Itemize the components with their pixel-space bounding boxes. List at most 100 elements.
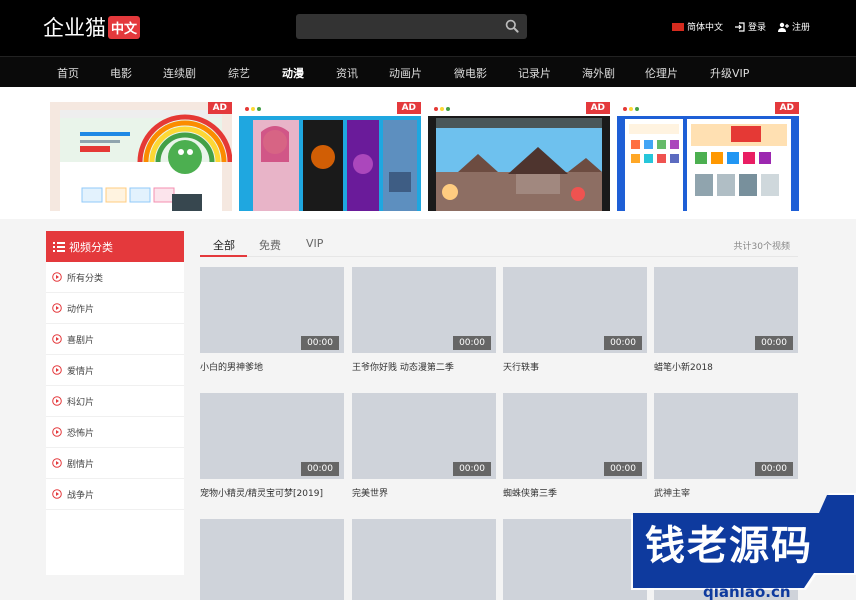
video-thumbnail[interactable]	[503, 519, 647, 600]
register-label: 注册	[791, 23, 810, 33]
play-circle-icon	[52, 272, 62, 282]
video-thumbnail[interactable]: 00:00	[654, 267, 798, 353]
nav-movie[interactable]: 电影	[110, 65, 132, 81]
register-link[interactable]: 注册	[777, 20, 810, 33]
search-input[interactable]	[296, 14, 496, 39]
sidebar-item-war[interactable]: 战争片	[46, 479, 184, 510]
video-thumbnail[interactable]: 00:00	[503, 393, 647, 479]
video-thumbnail[interactable]: 00:00	[352, 267, 496, 353]
ad-banner[interactable]: AD	[617, 102, 799, 211]
sidebar-item-action[interactable]: 动作片	[46, 293, 184, 324]
video-title[interactable]: 完美世界	[352, 486, 496, 499]
ad-banner[interactable]: AD	[239, 102, 421, 211]
site-logo[interactable]: 企业猫 中文	[43, 14, 141, 40]
tab-all[interactable]: 全部	[213, 237, 235, 253]
nav-cartoon[interactable]: 动画片	[389, 65, 422, 81]
sidebar-item-comedy[interactable]: 喜剧片	[46, 324, 184, 355]
login-link[interactable]: 登录	[734, 20, 766, 33]
nav-ethics[interactable]: 伦理片	[645, 65, 678, 81]
video-card[interactable]	[503, 519, 647, 600]
user-plus-icon	[777, 22, 789, 32]
sidebar-item-all[interactable]: 所有分类	[46, 262, 184, 293]
video-title[interactable]: 小白的男神爹地	[200, 360, 344, 373]
ad-image-game-town	[428, 102, 610, 211]
duration-badge: 00:00	[301, 336, 339, 350]
video-thumbnail[interactable]	[200, 519, 344, 600]
nav-micro-film[interactable]: 微电影	[454, 65, 487, 81]
nav-overseas[interactable]: 海外剧	[582, 65, 615, 81]
watermark-logo: 钱老源码 qianlao.cn	[631, 493, 856, 600]
ad-banner-row: AD AD AD AD	[0, 87, 856, 219]
language-switch[interactable]: 简体中文	[671, 20, 723, 33]
video-title[interactable]: 宠物小精灵/精灵宝可梦[2019]	[200, 486, 344, 499]
video-title[interactable]: 蜡笔小新2018	[654, 360, 798, 373]
sidebar-item-label: 动作片	[67, 304, 95, 315]
search-box	[296, 14, 527, 39]
sidebar-header: 视频分类	[46, 231, 184, 262]
nav-documentary[interactable]: 记录片	[518, 65, 551, 81]
duration-badge: 00:00	[755, 336, 793, 350]
video-title[interactable]: 天行轶事	[503, 360, 647, 373]
video-card[interactable]: 00:00 王爷你好贱 动态漫第二季	[352, 267, 496, 373]
nav-variety[interactable]: 综艺	[228, 65, 250, 81]
video-card[interactable]: 00:00 蜘蛛侠第三季	[503, 393, 647, 499]
ad-badge: AD	[774, 102, 799, 114]
watermark: 钱老源码 qianlao.cn	[631, 493, 856, 600]
filter-tabs: 全部 免费 VIP 共计30个视频	[200, 233, 798, 257]
play-circle-icon	[52, 458, 62, 468]
duration-badge: 00:00	[301, 462, 339, 476]
sidebar-item-romance[interactable]: 爱情片	[46, 355, 184, 386]
sidebar-item-label: 爱情片	[67, 366, 95, 377]
sidebar-item-label: 所有分类	[67, 273, 104, 284]
play-circle-icon	[52, 334, 62, 344]
sidebar-title: 视频分类	[69, 240, 113, 254]
video-thumbnail[interactable]	[352, 519, 496, 600]
sidebar-item-horror[interactable]: 恐怖片	[46, 417, 184, 448]
nav-anime[interactable]: 动漫	[282, 65, 304, 81]
sidebar-item-scifi[interactable]: 科幻片	[46, 386, 184, 417]
language-label: 简体中文	[686, 23, 723, 33]
video-card[interactable]	[352, 519, 496, 600]
duration-badge: 00:00	[604, 462, 642, 476]
nav-news[interactable]: 资讯	[336, 65, 358, 81]
nav-series[interactable]: 连续剧	[163, 65, 196, 81]
ad-image-template-site	[50, 102, 232, 211]
watermark-title: 钱老源码	[645, 523, 813, 569]
logo-text: 企业猫	[43, 16, 106, 40]
search-icon[interactable]	[504, 18, 521, 35]
video-thumbnail[interactable]: 00:00	[200, 267, 344, 353]
ad-banner[interactable]: AD	[50, 102, 232, 211]
video-card[interactable]: 00:00 宠物小精灵/精灵宝可梦[2019]	[200, 393, 344, 499]
sidebar-item-label: 喜剧片	[67, 335, 95, 346]
video-card[interactable]: 00:00 完美世界	[352, 393, 496, 499]
active-tab-indicator	[200, 255, 247, 257]
tab-vip[interactable]: VIP	[306, 237, 323, 250]
play-circle-icon	[52, 396, 62, 406]
video-title[interactable]: 王爷你好贱 动态漫第二季	[352, 360, 496, 373]
ad-banner[interactable]: AD	[428, 102, 610, 211]
video-card[interactable]: 00:00 天行轶事	[503, 267, 647, 373]
logo-badge: 中文	[108, 15, 141, 39]
header: 企业猫 中文 简体中文 登录 注册	[0, 0, 856, 56]
nav-home[interactable]: 首页	[57, 65, 79, 81]
tab-free[interactable]: 免费	[259, 237, 281, 253]
sidebar-item-drama[interactable]: 剧情片	[46, 448, 184, 479]
video-thumbnail[interactable]: 00:00	[200, 393, 344, 479]
video-title[interactable]: 蜘蛛侠第三季	[503, 486, 647, 499]
video-thumbnail[interactable]: 00:00	[654, 393, 798, 479]
ad-image-game-screens	[239, 102, 421, 211]
sidebar-item-label: 科幻片	[67, 397, 95, 408]
nav-upgrade-vip[interactable]: 升级VIP	[710, 65, 749, 81]
video-card[interactable]: 00:00 小白的男神爹地	[200, 267, 344, 373]
ad-image-app-store	[617, 102, 799, 211]
video-card[interactable]: 00:00 蜡笔小新2018	[654, 267, 798, 373]
watermark-url: qianlao.cn	[703, 583, 791, 600]
china-flag-icon	[671, 22, 684, 31]
play-circle-icon	[52, 427, 62, 437]
user-menu: 简体中文 登录 注册	[671, 20, 810, 33]
video-card[interactable]	[200, 519, 344, 600]
play-circle-icon	[52, 303, 62, 313]
video-thumbnail[interactable]: 00:00	[503, 267, 647, 353]
video-thumbnail[interactable]: 00:00	[352, 393, 496, 479]
video-card[interactable]: 00:00 武神主宰	[654, 393, 798, 499]
